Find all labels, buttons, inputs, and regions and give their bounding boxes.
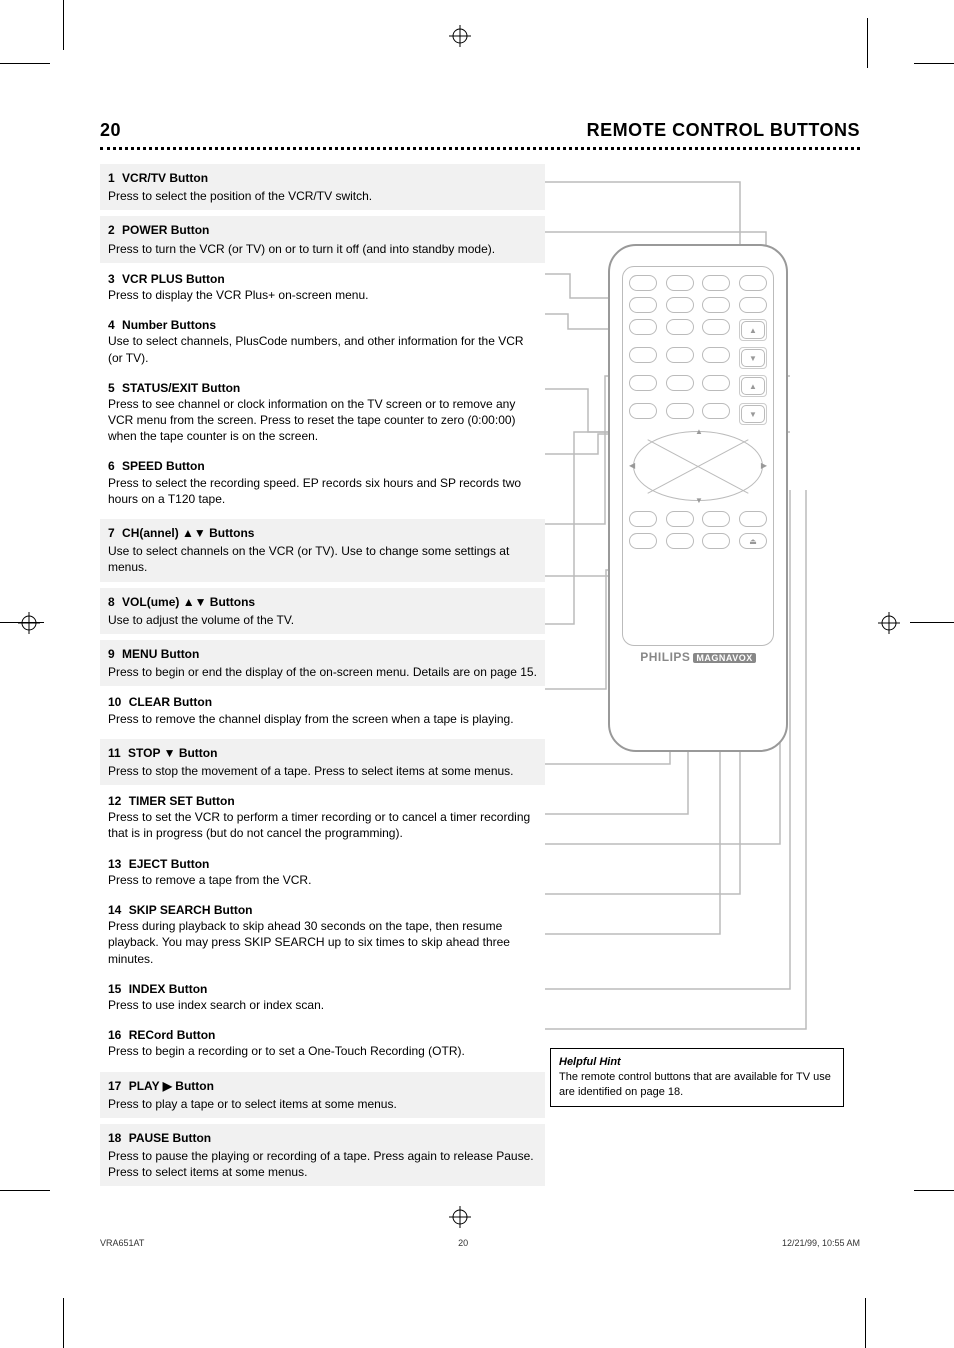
remote-btn [666,275,694,291]
page-body: 20 REMOTE CONTROL BUTTONS 1 VCR/TV Butto… [100,120,860,1192]
remote-btn [739,275,767,291]
crop-mark [914,63,954,64]
crop-mark [63,1298,64,1348]
crop-mark [867,18,868,68]
page-number-top: 20 [100,120,121,141]
crop-mark [910,622,954,623]
remote-btn [629,297,657,313]
remote-btn [666,319,694,335]
footer-timestamp: 12/21/99, 10:55 AM [782,1238,860,1248]
remote-btn [702,275,730,291]
remote-button-panel: ▲ ▼ ▲ [622,266,774,646]
remote-btn [629,275,657,291]
remote-btn [666,533,694,549]
remote-btn [666,347,694,363]
remote-btn [702,533,730,549]
remote-btn [629,319,657,335]
dpad: ▲ ▼ ◀ ▶ [633,431,763,501]
remote-btn [739,511,767,527]
triangle-down-icon: ▼ [695,496,703,505]
remote-btn [629,375,657,391]
page-header: 20 REMOTE CONTROL BUTTONS [100,120,860,141]
registration-mark-icon [449,25,471,47]
remote-illustration: ▲ ▼ ▲ [590,244,850,764]
remote-btn [739,297,767,313]
remote-btn [702,319,730,335]
note-title: Helpful Hint [559,1055,835,1070]
ch-down-icon: ▼ [741,349,765,367]
remote-btn [666,403,694,419]
brand-label: PHILIPSMAGNAVOX [610,650,786,664]
triangle-up-icon: ▲ [695,427,703,436]
remote-btn [702,403,730,419]
header-divider [100,147,860,150]
footer-model: VRA651AT [100,1238,144,1248]
footer-page: 20 [458,1238,468,1248]
ch-up-icon: ▲ [741,321,765,339]
page-footer: VRA651AT 20 12/21/99, 10:55 AM [100,1238,860,1248]
remote-btn [629,511,657,527]
crop-mark [0,1190,50,1191]
remote-btn [666,511,694,527]
desc-row-18: 18 PAUSE Button Press to pause the playi… [100,1124,545,1187]
page-title: REMOTE CONTROL BUTTONS [587,120,860,141]
content-area: 1 VCR/TV Button Press to select the posi… [100,164,860,1186]
remote-btn [702,347,730,363]
remote-btn [702,511,730,527]
registration-mark-icon [18,612,40,634]
crop-mark [63,0,64,50]
remote-btn [629,347,657,363]
note-body: The remote control buttons that are avai… [559,1070,835,1100]
triangle-left-icon: ◀ [629,461,635,470]
vol-down-icon: ▼ [741,405,765,423]
crop-mark [914,1190,954,1191]
remote-btn [702,297,730,313]
vol-up-icon: ▲ [741,377,765,395]
remote-btn [702,375,730,391]
registration-mark-icon [449,1206,471,1228]
crop-mark [0,63,50,64]
remote-btn [629,533,657,549]
triangle-right-icon: ▶ [761,461,767,470]
remote-btn [666,297,694,313]
remote-btn [666,375,694,391]
helpful-hint-box: Helpful Hint The remote control buttons … [550,1048,844,1107]
registration-mark-icon [878,612,900,634]
crop-mark [865,1298,866,1348]
remote-body: ▲ ▼ ▲ [608,244,788,752]
eject-icon: ⏏ [739,533,767,549]
remote-btn [629,403,657,419]
